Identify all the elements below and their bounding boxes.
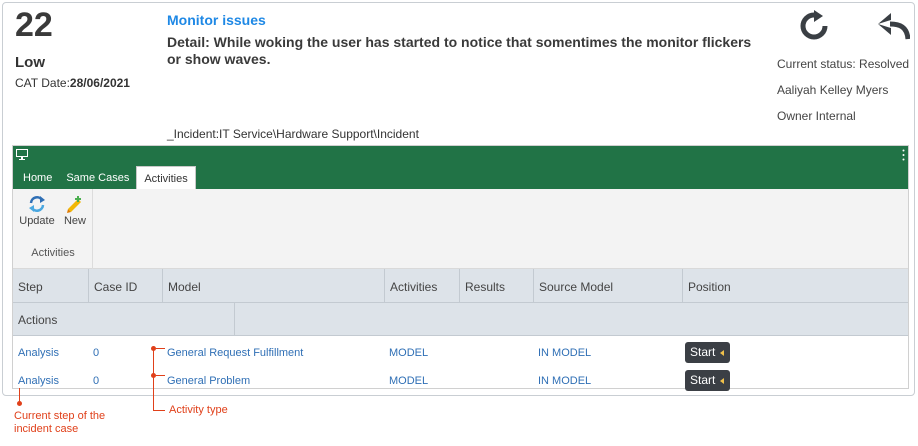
column-case-id[interactable]: Case ID [89,269,163,303]
case-title[interactable]: Monitor issues [167,12,266,28]
owner-group: Owner Internal [777,109,856,123]
annotation-line-activity-type [153,349,154,410]
grid-actions-row: Actions [13,303,908,336]
cell-source-model[interactable]: IN MODEL [538,347,591,359]
annotation-marker-current-step [17,401,22,406]
cell-step[interactable]: Analysis [18,375,59,387]
table-row: Analysis 0 General Request Fulfillment M… [13,338,908,366]
annotation-line-model-2 [156,375,165,376]
column-source-model[interactable]: Source Model [534,269,683,303]
update-button[interactable]: Update [19,195,55,227]
reply-icon[interactable] [878,12,910,40]
caret-left-icon [720,350,724,356]
case-detail: Detail: While woking the user has starte… [167,34,752,67]
tab-same-cases[interactable]: Same Cases [59,166,136,189]
case-number: 22 [15,6,53,44]
column-results[interactable]: Results [460,269,534,303]
case-priority: Low [15,54,45,71]
table-row: Analysis 0 General Problem MODEL IN MODE… [13,366,908,394]
new-button[interactable]: New [57,195,93,227]
ribbon-group-activities: Update New Activities [13,189,93,269]
annotation-line-model-1 [156,348,165,349]
tab-activities[interactable]: Activities [136,166,196,189]
ribbon-group-label: Activities [31,247,75,259]
start-button[interactable]: Start [685,342,730,363]
current-status: Current status: Resolved [777,57,910,71]
column-step[interactable]: Step [13,269,89,303]
cell-source-model[interactable]: IN MODEL [538,375,591,387]
start-button[interactable]: Start [685,370,730,391]
cat-date: CAT Date:28/06/2021 [15,76,130,90]
update-label: Update [19,215,55,227]
cell-case-id[interactable]: 0 [93,375,99,387]
tab-bar: Home Same Cases Activities [13,166,908,189]
cell-activities[interactable]: MODEL [389,347,428,359]
column-actions[interactable]: Actions [13,303,235,336]
monitor-icon [16,149,28,160]
cell-model[interactable]: General Problem [167,375,250,387]
annotation-current-step: Current step of the incident case [14,410,106,435]
annotation-line-activity-type-h [153,410,165,411]
annotation-line-current-step [19,388,20,402]
more-options-icon[interactable] [902,149,905,161]
cell-activities[interactable]: MODEL [389,375,428,387]
cat-date-value: 28/06/2021 [69,76,130,90]
tab-home[interactable]: Home [16,166,59,189]
app-title-bar [13,146,908,166]
start-label: Start [690,373,716,387]
column-position[interactable]: Position [683,269,908,303]
annotation-activity-type: Activity type [169,404,228,416]
cell-case-id[interactable]: 0 [93,347,99,359]
start-label: Start [690,345,716,359]
new-icon [67,196,81,213]
column-model[interactable]: Model [163,269,385,303]
owner-name: Aaliyah Kelley Myers [777,83,889,97]
case-card: 22 Low CAT Date:28/06/2021 Monitor issue… [2,2,915,396]
cat-date-label: CAT Date: [15,76,70,90]
embedded-app: Home Same Cases Activities Update New Ac… [12,145,909,391]
cell-step[interactable]: Analysis [18,347,59,359]
column-activities[interactable]: Activities [385,269,460,303]
new-label: New [63,215,86,227]
ribbon: Update New Activities [13,189,908,269]
case-category-path: _Incident:IT Service\Hardware Support\In… [167,127,419,141]
update-icon [29,196,45,212]
grid-header: Step Case ID Model Activities Results So… [13,269,908,303]
caret-left-icon [720,378,724,384]
refresh-icon[interactable] [798,10,830,42]
cell-model[interactable]: General Request Fulfillment [167,347,303,359]
